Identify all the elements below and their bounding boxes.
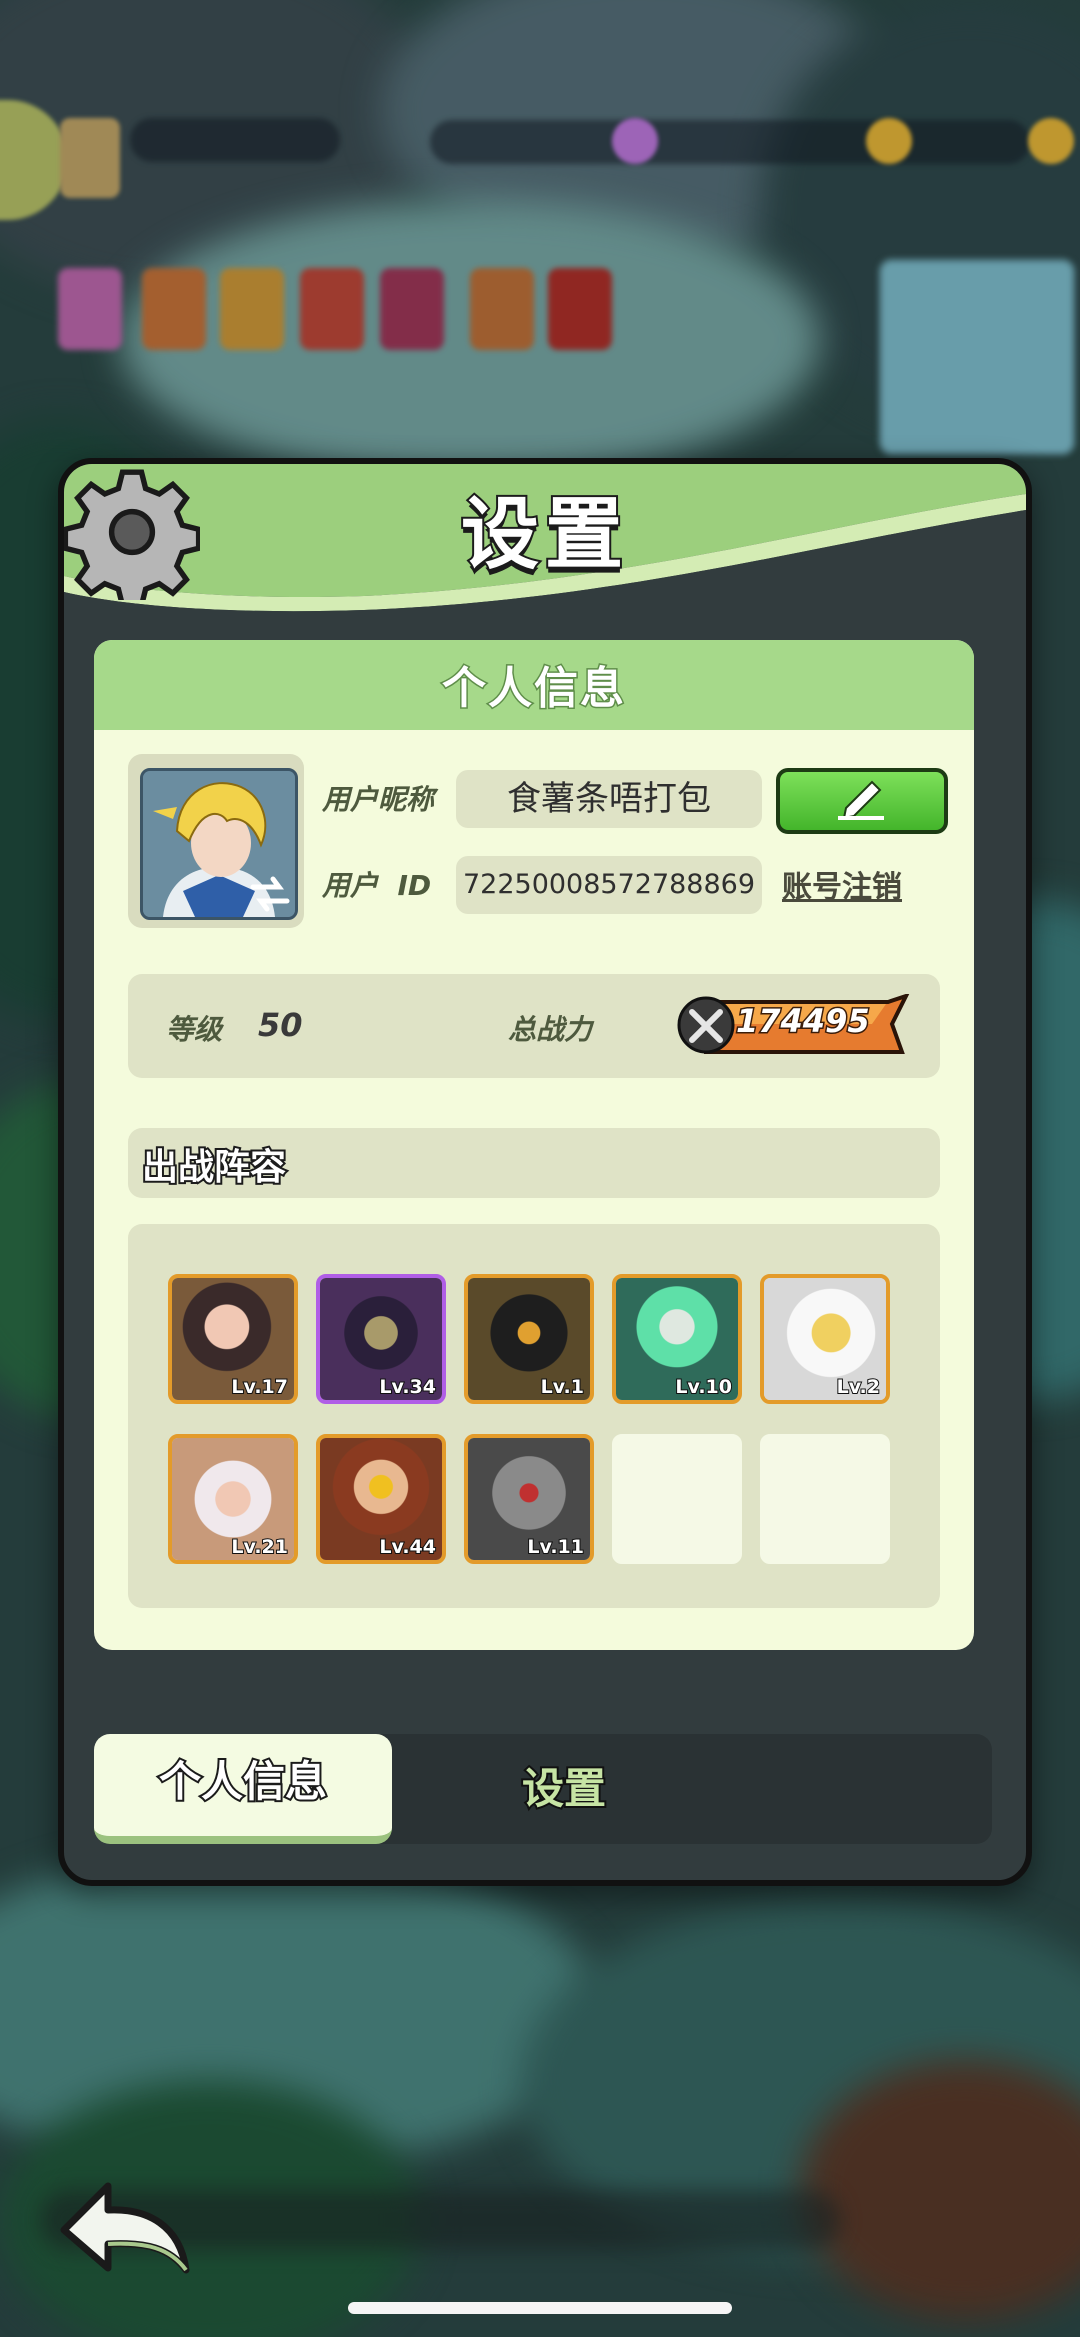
panel-title: 个人信息 — [441, 662, 626, 716]
empty-hero-slot[interactable] — [760, 1434, 890, 1564]
hero-slot[interactable]: Lv.11 — [464, 1434, 594, 1564]
hero-level: Lv.17 — [230, 1375, 289, 1399]
avatar[interactable] — [140, 768, 298, 920]
home-indicator[interactable] — [348, 2302, 732, 2314]
hero-slot[interactable]: Lv.2 — [760, 1274, 890, 1404]
hero-slot[interactable]: Lv.34 — [316, 1274, 446, 1404]
tab-profile[interactable]: 个人信息 — [94, 1734, 392, 1844]
lineup-grid: Lv.17 Lv.34 Lv.1 Lv.10 Lv.2 Lv.21 Lv.44 … — [128, 1224, 940, 1608]
nickname-label: 用户昵称 — [322, 783, 435, 816]
level-label: 等级 — [166, 1013, 223, 1046]
dialog-header: 设置 — [64, 464, 1026, 614]
lineup-title: 出战阵容 — [140, 1145, 288, 1190]
nickname-field: 食薯条唔打包 — [456, 770, 762, 828]
user-id-label: 用户 ID — [322, 869, 432, 902]
swap-icon — [250, 876, 290, 912]
hero-slot[interactable]: Lv.21 — [168, 1434, 298, 1564]
hero-level: Lv.1 — [540, 1375, 585, 1399]
power-value: 174495 — [735, 1001, 872, 1042]
lineup-header: 出战阵容 — [128, 1128, 940, 1198]
hero-level: Lv.21 — [230, 1535, 289, 1559]
hero-slot[interactable]: Lv.17 — [168, 1274, 298, 1404]
hero-slot[interactable]: Lv.1 — [464, 1274, 594, 1404]
edit-nickname-button[interactable] — [776, 768, 948, 834]
power-label: 总战力 — [508, 1013, 593, 1046]
panel-header: 个人信息 — [94, 640, 974, 730]
hero-level: Lv.34 — [378, 1375, 437, 1399]
delete-account-link[interactable]: 账号注销 — [782, 862, 902, 906]
tab-bar: 个人信息 设置 — [94, 1734, 992, 1844]
hero-level: Lv.10 — [674, 1375, 733, 1399]
avatar-frame[interactable] — [128, 754, 304, 928]
hero-slot[interactable]: Lv.10 — [612, 1274, 742, 1404]
stats-bar: 等级 50 总战力 174495 — [128, 974, 940, 1078]
hero-level: Lv.44 — [378, 1535, 437, 1559]
empty-hero-slot[interactable] — [612, 1434, 742, 1564]
tab-settings[interactable]: 设置 — [414, 1734, 714, 1844]
hero-level: Lv.11 — [526, 1535, 585, 1559]
pencil-icon — [838, 780, 884, 820]
hero-level: Lv.2 — [836, 1375, 881, 1399]
level-value: 50 — [258, 1006, 303, 1044]
power-badge: 174495 — [676, 992, 910, 1056]
back-arrow-icon[interactable] — [56, 2172, 196, 2282]
hero-slot[interactable]: Lv.44 — [316, 1434, 446, 1564]
dialog-title: 设置 — [459, 488, 629, 582]
settings-dialog: 设置 个人信息 用户昵称 食薯条唔打包 用户 ID 72250008572788… — [58, 458, 1032, 1886]
profile-panel: 个人信息 用户昵称 食薯条唔打包 用户 ID 72250008572788869… — [94, 640, 974, 1650]
user-id-field: 72250008572788869 — [456, 856, 762, 914]
